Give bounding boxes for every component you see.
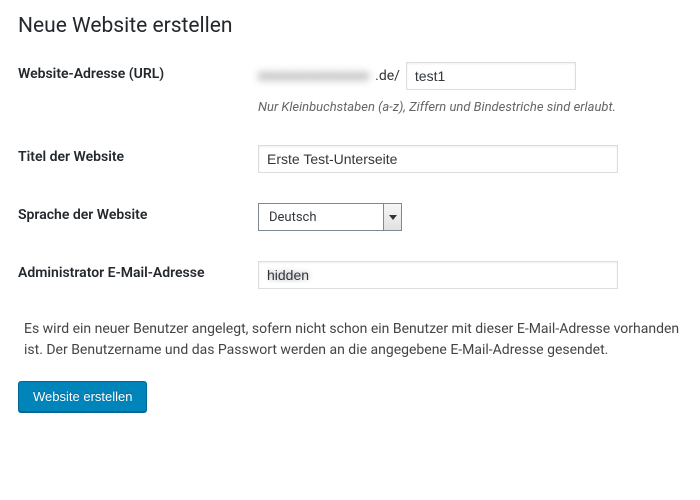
url-domain-obscured: xxxxxxxxxxxxxxxx [258,68,369,84]
label-language: Sprache der Website [18,203,258,223]
url-slug-input[interactable] [406,62,576,90]
label-admin-email: Administrator E-Mail-Adresse [18,261,258,281]
row-title: Titel der Website [18,145,682,173]
site-title-input[interactable] [258,145,618,173]
label-title: Titel der Website [18,145,258,165]
row-language: Sprache der Website Deutsch [18,203,682,231]
label-url: Website-Adresse (URL) [18,62,258,82]
create-site-button[interactable]: Website erstellen [18,381,147,412]
language-select[interactable]: Deutsch [258,203,402,231]
notice-text: Es wird ein neuer Benutzer angelegt, sof… [24,319,682,361]
url-hint: Nur Kleinbuchstaben (a-z), Ziffern und B… [258,100,682,115]
language-selected-value: Deutsch [259,204,383,230]
page-title: Neue Website erstellen [18,14,682,38]
url-domain-suffix: .de/ [375,68,400,84]
chevron-down-icon [383,204,401,230]
admin-email-input[interactable] [258,261,618,289]
row-admin-email: Administrator E-Mail-Adresse [18,261,682,289]
row-url: Website-Adresse (URL) xxxxxxxxxxxxxxxx .… [18,62,682,115]
